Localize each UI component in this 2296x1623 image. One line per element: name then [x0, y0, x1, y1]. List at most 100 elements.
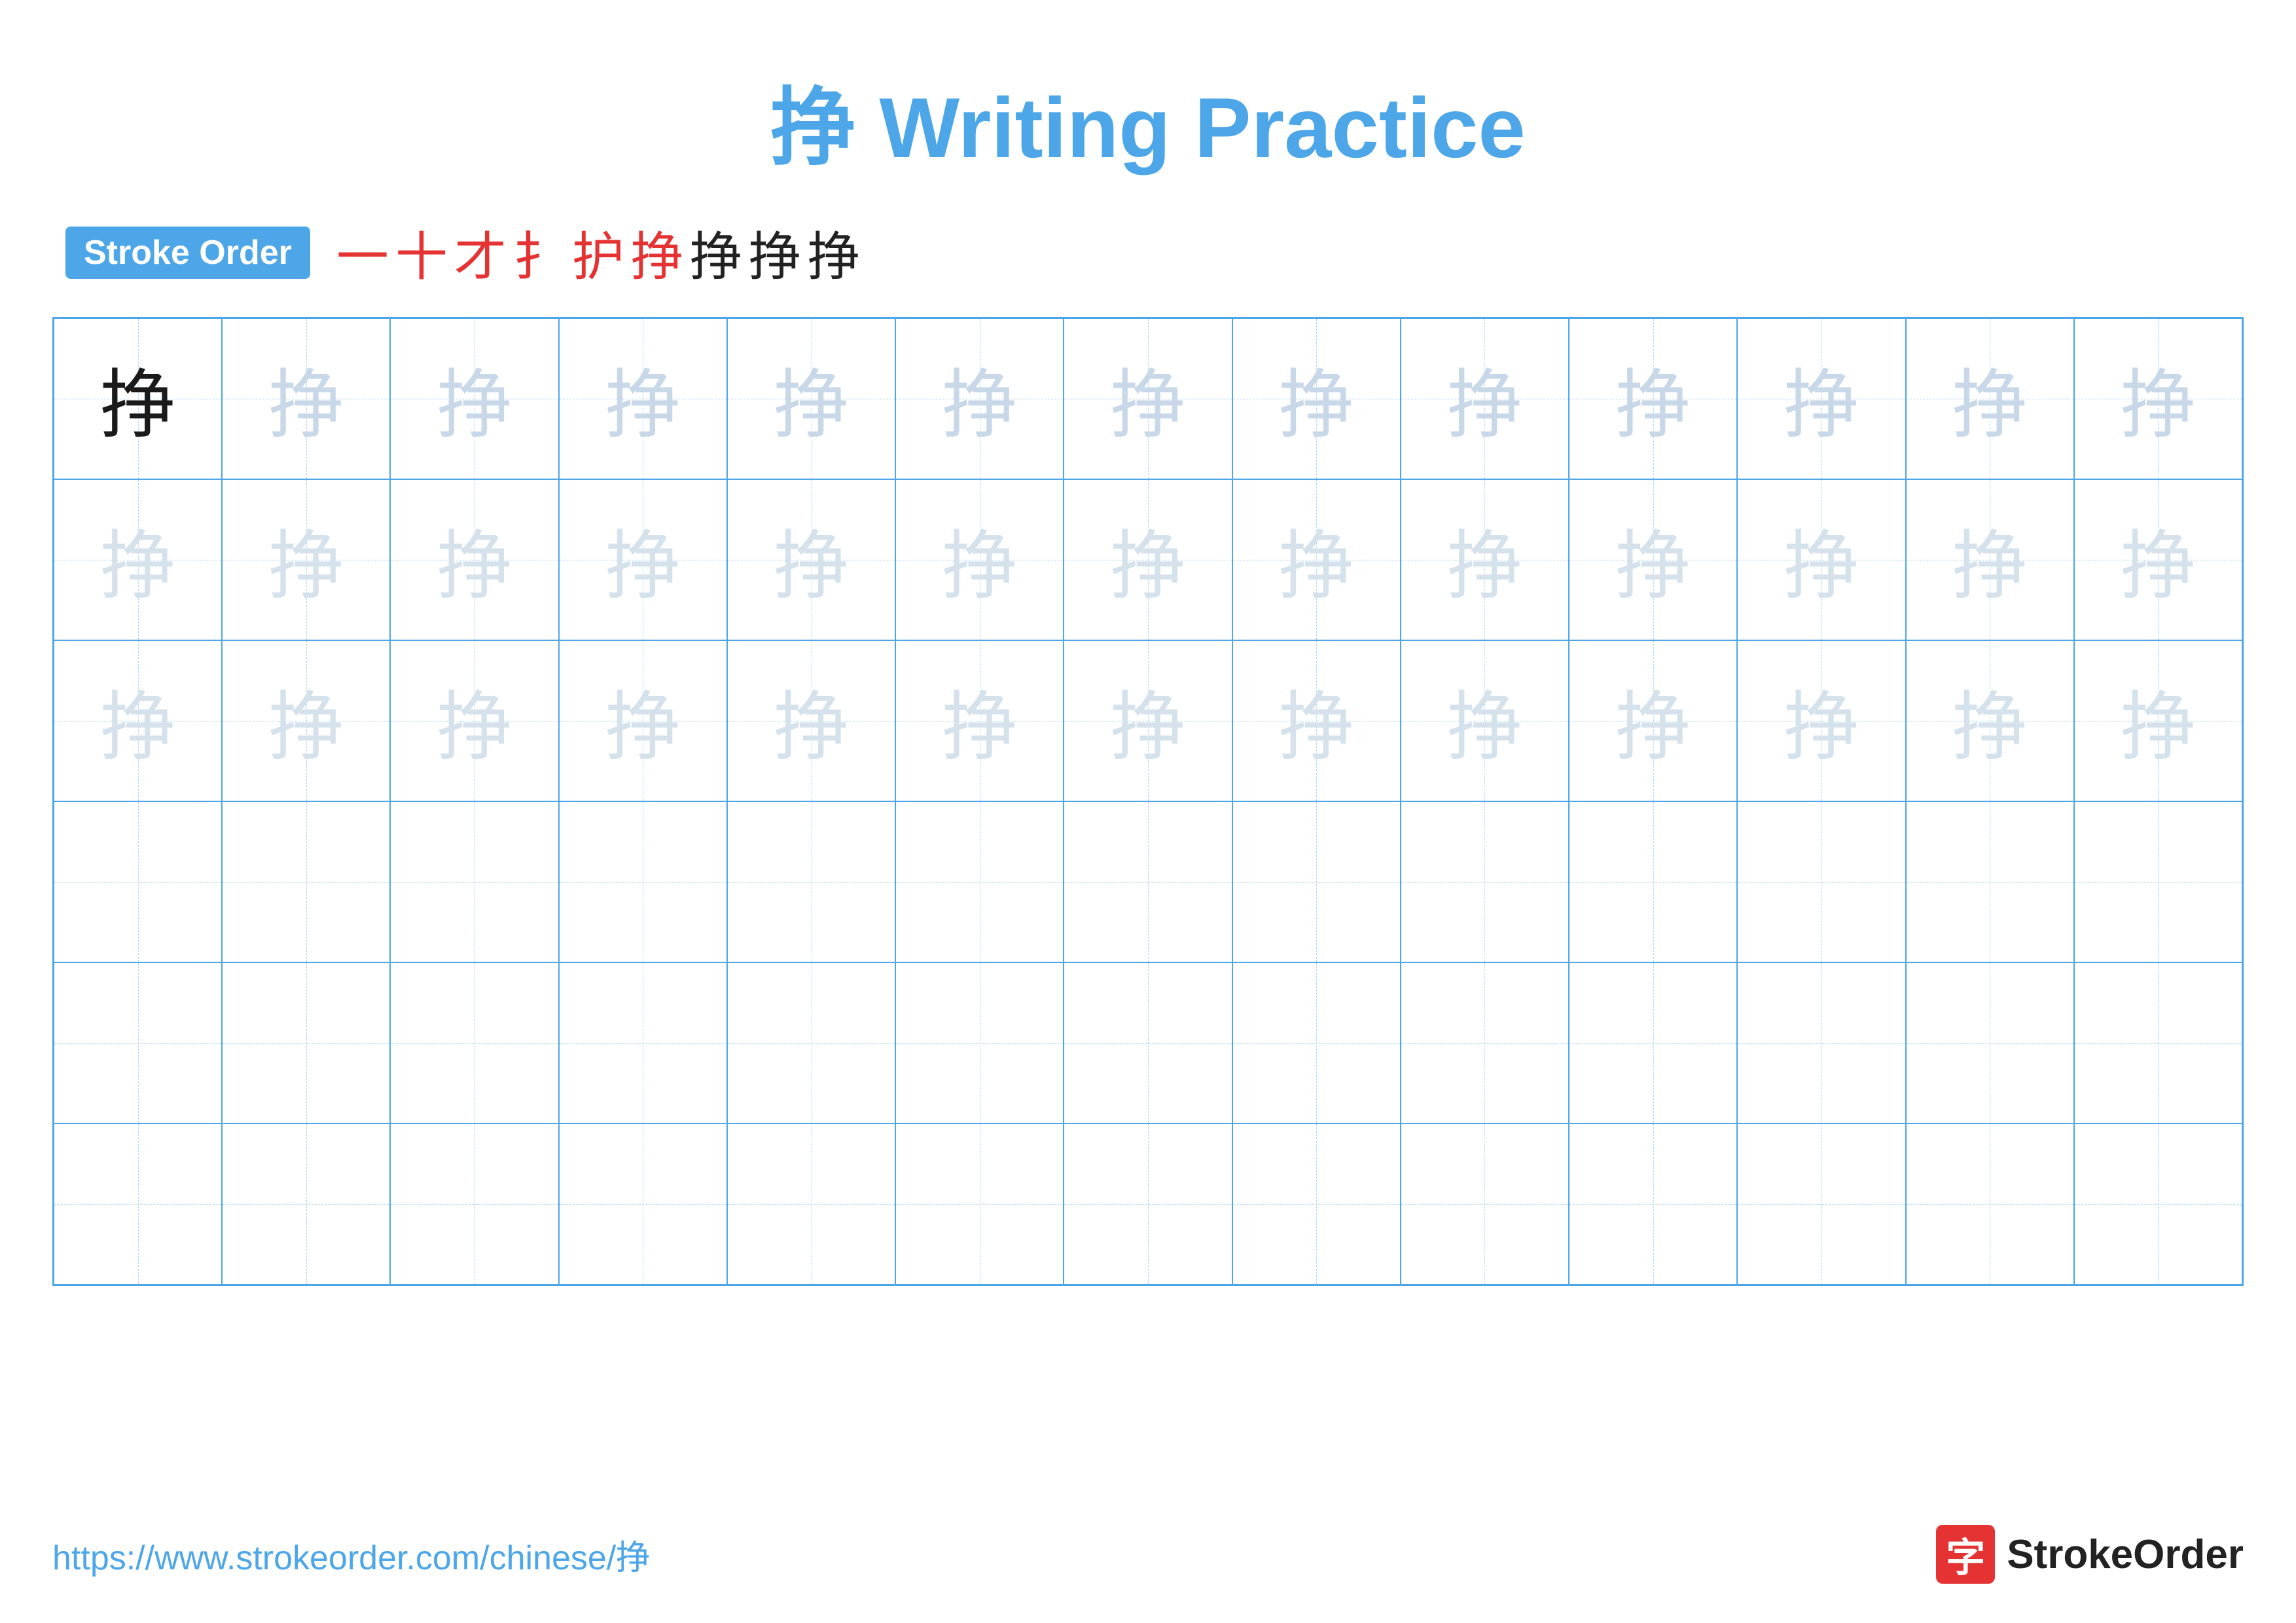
grid-cell[interactable]: 挣	[895, 962, 1064, 1123]
grid-cell[interactable]: 挣	[390, 479, 558, 640]
grid-cell[interactable]: 挣	[1906, 1123, 2074, 1285]
grid-cell[interactable]: 挣	[222, 479, 390, 640]
grid-cell[interactable]: 挣	[390, 962, 558, 1123]
cell-char: 挣	[1447, 505, 1522, 614]
grid-cell[interactable]: 挣	[222, 1123, 390, 1285]
cell-char: 挣	[268, 666, 344, 775]
grid-cell[interactable]: 挣	[1569, 1123, 1737, 1285]
cell-char: 挣	[774, 989, 849, 1097]
page-container: 挣 Writing Practice Stroke Order 一 十 才 扌 …	[0, 0, 2296, 1623]
grid-cell[interactable]: 挣	[1232, 801, 1401, 962]
grid-cell[interactable]: 挣	[1401, 318, 1569, 479]
cell-char: 挣	[1447, 344, 1522, 453]
grid-cell[interactable]: 挣	[1569, 640, 1737, 801]
grid-cell[interactable]: 挣	[222, 640, 390, 801]
grid-cell[interactable]: 挣	[1737, 962, 1905, 1123]
grid-cell[interactable]: 挣	[1064, 962, 1232, 1123]
grid-cell[interactable]: 挣	[559, 318, 727, 479]
cell-char: 挣	[268, 989, 344, 1097]
grid-cell[interactable]: 挣	[2074, 479, 2242, 640]
grid-cell[interactable]: 挣	[1569, 479, 1737, 640]
grid-cell[interactable]: 挣	[559, 1123, 727, 1285]
cell-char: 挣	[1279, 989, 1354, 1097]
cell-char: 挣	[1110, 1150, 1185, 1258]
grid-cell[interactable]: 挣	[54, 479, 222, 640]
cell-char: 挣	[942, 505, 1017, 614]
grid-cell[interactable]: 挣	[2074, 1123, 2242, 1285]
cell-char: 挣	[2121, 989, 2196, 1097]
grid-cell[interactable]: 挣	[2074, 962, 2242, 1123]
cell-char: 挣	[605, 989, 681, 1097]
cell-char: 挣	[1279, 666, 1354, 775]
grid-cell[interactable]: 挣	[1064, 479, 1232, 640]
grid-cell[interactable]: 挣	[1906, 479, 2074, 640]
grid-cell[interactable]: 挣	[727, 962, 895, 1123]
grid-cell[interactable]: 挣	[559, 479, 727, 640]
cell-char: 挣	[1447, 1150, 1522, 1258]
cell-char: 挣	[1447, 989, 1522, 1097]
grid-cell[interactable]: 挣	[1401, 640, 1569, 801]
grid-cell[interactable]: 挣	[1064, 318, 1232, 479]
grid-cell[interactable]: 挣	[1232, 640, 1401, 801]
grid-cell[interactable]: 挣	[1569, 962, 1737, 1123]
grid-cell[interactable]: 挣	[222, 962, 390, 1123]
grid-cell[interactable]: 挣	[1737, 801, 1905, 962]
grid-cell[interactable]: 挣	[1737, 640, 1905, 801]
grid-cell[interactable]: 挣	[1064, 801, 1232, 962]
grid-cell[interactable]: 挣	[1232, 962, 1401, 1123]
grid-cell[interactable]: 挣	[1737, 318, 1905, 479]
grid-cell[interactable]: 挣	[54, 962, 222, 1123]
grid-cell[interactable]: 挣	[1906, 318, 2074, 479]
grid-cell[interactable]: 挣	[1064, 640, 1232, 801]
grid-cell[interactable]: 挣	[2074, 801, 2242, 962]
grid-cell[interactable]: 挣	[727, 479, 895, 640]
grid-cell[interactable]: 挣	[390, 318, 558, 479]
cell-char: 挣	[1447, 666, 1522, 775]
grid-cell[interactable]: 挣	[1401, 801, 1569, 962]
grid-cell[interactable]: 挣	[1064, 1123, 1232, 1285]
cell-char: 挣	[774, 666, 849, 775]
grid-cell[interactable]: 挣	[1906, 640, 2074, 801]
grid-cell[interactable]: 挣	[390, 640, 558, 801]
grid-cell[interactable]: 挣	[1569, 801, 1737, 962]
grid-cell[interactable]: 挣	[54, 801, 222, 962]
cell-char: 挣	[942, 344, 1017, 453]
grid-cell[interactable]: 挣	[1569, 318, 1737, 479]
grid-cell[interactable]: 挣	[1401, 479, 1569, 640]
grid-cell[interactable]: 挣	[727, 640, 895, 801]
cell-char: 挣	[1952, 505, 2028, 614]
cell-char: 挣	[2121, 666, 2196, 775]
grid-cell[interactable]: 挣	[2074, 318, 2242, 479]
grid-cell[interactable]: 挣	[390, 801, 558, 962]
stroke-chars: 一 十 才 扌 护 挣 挣 挣 挣	[336, 215, 860, 291]
grid-cell[interactable]: 挣	[727, 801, 895, 962]
grid-cell[interactable]: 挣	[2074, 640, 2242, 801]
grid-cell[interactable]: 挣	[1232, 479, 1401, 640]
grid-cell[interactable]: 挣	[1906, 801, 2074, 962]
grid-cell[interactable]: 挣	[559, 640, 727, 801]
grid-cell[interactable]: 挣	[390, 1123, 558, 1285]
grid-cell[interactable]: 挣	[895, 640, 1064, 801]
grid-cell[interactable]: 挣	[222, 801, 390, 962]
grid-cell[interactable]: 挣	[1401, 962, 1569, 1123]
grid-cell[interactable]: 挣	[727, 1123, 895, 1285]
grid-cell[interactable]: 挣	[54, 1123, 222, 1285]
cell-char: 挣	[1784, 1150, 1859, 1258]
grid-cell[interactable]: 挣	[1737, 1123, 1905, 1285]
grid-cell[interactable]: 挣	[895, 801, 1064, 962]
stroke-9: 挣	[808, 215, 860, 291]
grid-cell[interactable]: 挣	[727, 318, 895, 479]
grid-cell[interactable]: 挣	[54, 640, 222, 801]
grid-cell[interactable]: 挣	[1232, 1123, 1401, 1285]
grid-cell[interactable]: 挣	[222, 318, 390, 479]
grid-cell[interactable]: 挣	[895, 479, 1064, 640]
grid-cell[interactable]: 挣	[1906, 962, 2074, 1123]
grid-cell[interactable]: 挣	[895, 1123, 1064, 1285]
grid-cell[interactable]: 挣	[1232, 318, 1401, 479]
grid-cell[interactable]: 挣	[559, 801, 727, 962]
grid-cell[interactable]: 挣	[895, 318, 1064, 479]
grid-cell[interactable]: 挣	[1737, 479, 1905, 640]
grid-cell[interactable]: 挣	[559, 962, 727, 1123]
grid-cell[interactable]: 挣	[54, 318, 222, 479]
grid-cell[interactable]: 挣	[1401, 1123, 1569, 1285]
